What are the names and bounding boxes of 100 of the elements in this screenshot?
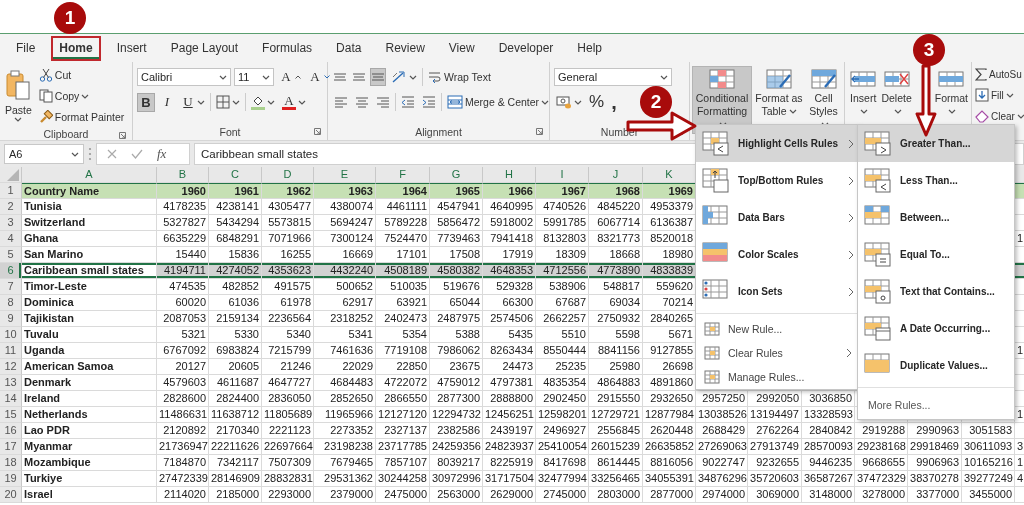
ribbon-tab[interactable]: Data xyxy=(328,35,370,61)
column-header[interactable]: B xyxy=(157,167,209,183)
table-cell: 4845220 xyxy=(589,199,643,215)
table-cell: 2379000 xyxy=(314,487,376,503)
ribbon-tab[interactable]: Developer xyxy=(490,35,562,61)
row-header[interactable]: 19 xyxy=(0,471,22,487)
table-cell: 4712556 xyxy=(536,263,589,279)
column-header[interactable]: D xyxy=(262,167,314,183)
table-cell: 4178235 xyxy=(157,199,209,215)
number-format-field[interactable]: General xyxy=(554,68,672,86)
merge-center-button[interactable]: Merge & Center xyxy=(445,93,552,111)
wrap-text-button[interactable]: Wrap Text xyxy=(426,68,493,86)
table-cell: 35720603 xyxy=(748,471,802,487)
cells-button[interactable]: Insert xyxy=(847,66,880,121)
table-cell: 4 xyxy=(1015,471,1024,487)
ribbon-tab[interactable]: Help xyxy=(569,35,610,61)
table-cell: 2902450 xyxy=(536,391,589,407)
cut-button[interactable]: Cut xyxy=(36,66,127,84)
table-cell: 9232655 xyxy=(748,455,802,471)
name-box[interactable]: A6 xyxy=(4,144,84,164)
row-header[interactable]: 3 xyxy=(0,215,22,231)
table-cell: 9022747 xyxy=(696,455,748,471)
row-header[interactable]: 14 xyxy=(0,391,22,407)
font-size-field[interactable]: 11 xyxy=(234,68,274,86)
row-header[interactable]: 7 xyxy=(0,279,22,295)
row-header[interactable]: 12 xyxy=(0,359,22,375)
table-cell: 5510 xyxy=(536,327,589,343)
menu-item[interactable]: Between... xyxy=(858,199,1014,236)
row-header[interactable]: 1 xyxy=(0,183,22,199)
table-cell: 4547941 xyxy=(430,199,483,215)
table-cell: 5388 xyxy=(430,327,483,343)
table-cell: 24823937 xyxy=(483,439,536,455)
row-header[interactable]: 15 xyxy=(0,407,22,423)
row-header[interactable]: 13 xyxy=(0,375,22,391)
column-header[interactable]: C xyxy=(209,167,262,183)
table-cell: 1963 xyxy=(314,183,376,199)
column-header[interactable]: F xyxy=(376,167,430,183)
font-color-button[interactable]: A xyxy=(280,92,308,112)
bold-button[interactable]: B xyxy=(137,92,155,112)
comma-style-button[interactable]: , xyxy=(609,94,619,110)
table-cell: 30611093 xyxy=(962,439,1015,455)
table-cell: 1968 xyxy=(589,183,643,199)
ribbon-tab[interactable]: View xyxy=(440,35,483,61)
font-name-field[interactable]: Calibri xyxy=(137,68,231,86)
row-header[interactable]: 17 xyxy=(0,439,22,455)
table-cell: 8614445 xyxy=(589,455,643,471)
menu-item[interactable]: Duplicate Values... xyxy=(858,347,1014,384)
table-cell: 11965966 xyxy=(314,407,376,423)
copy-button[interactable]: Copy xyxy=(36,87,127,105)
menu-item[interactable]: Text that Contains... xyxy=(858,273,1014,310)
cells-button[interactable]: Format xyxy=(933,66,969,121)
menu-item[interactable]: Highlight Cells Rules xyxy=(696,125,858,162)
menu-item[interactable]: Equal To... xyxy=(858,236,1014,273)
table-cell: 4194711 xyxy=(157,263,209,279)
ribbon-tab[interactable]: Review xyxy=(377,35,433,61)
row-header[interactable]: 11 xyxy=(0,343,22,359)
row-header[interactable]: 10 xyxy=(0,327,22,343)
table-cell: 1964 xyxy=(376,183,430,199)
ribbon-tab[interactable]: Page Layout xyxy=(162,35,247,61)
column-header[interactable]: K xyxy=(643,167,696,183)
clear-button[interactable]: Clear xyxy=(973,107,1024,125)
column-header[interactable]: H xyxy=(483,167,536,183)
column-header[interactable]: E xyxy=(314,167,376,183)
row-header[interactable]: 4 xyxy=(0,231,22,247)
table-cell: 34876296 xyxy=(696,471,748,487)
grow-font-button[interactable]: A xyxy=(277,67,303,87)
table-cell: 548817 xyxy=(589,279,643,295)
menu-item[interactable]: Greater Than... xyxy=(858,125,1014,162)
row-header[interactable]: 5 xyxy=(0,247,22,263)
shrink-font-button[interactable]: A xyxy=(306,67,332,87)
ribbon-tab[interactable]: File xyxy=(8,35,44,61)
format-painter-button[interactable]: Format Painter xyxy=(36,108,127,126)
percent-button[interactable]: % xyxy=(587,90,607,114)
column-header[interactable]: J xyxy=(589,167,643,183)
ribbon-tab[interactable]: Home xyxy=(51,35,101,61)
column-header[interactable]: A xyxy=(22,167,157,183)
cells-button[interactable]: Delete xyxy=(880,66,913,121)
column-header[interactable]: G xyxy=(430,167,483,183)
ribbon-tab[interactable]: Formulas xyxy=(254,35,321,61)
menu-item[interactable]: Less Than... xyxy=(858,162,1014,199)
table-cell: 13328593 xyxy=(802,407,855,423)
menu-item[interactable]: A Date Occurring... xyxy=(858,310,1014,347)
insert-function-button[interactable]: fx xyxy=(157,146,167,162)
row-header[interactable]: 16 xyxy=(0,423,22,439)
row-header[interactable]: 9 xyxy=(0,311,22,327)
autosum-button[interactable]: AutoSu xyxy=(973,66,1024,83)
row-header[interactable]: 18 xyxy=(0,455,22,471)
fill-button[interactable]: Fill xyxy=(973,86,1024,104)
underline-button[interactable]: U xyxy=(179,92,207,112)
row-header[interactable]: 6 xyxy=(0,263,22,279)
styles-button[interactable]: Format as Table xyxy=(752,66,806,121)
paste-button[interactable]: Paste xyxy=(4,66,33,128)
menu-item[interactable]: Manage Rules... xyxy=(696,365,858,389)
row-header[interactable]: 20 xyxy=(0,487,22,503)
ribbon-tab[interactable]: Insert xyxy=(108,35,155,61)
row-header[interactable]: 2 xyxy=(0,199,22,215)
menu-item[interactable]: More Rules... xyxy=(858,391,1014,419)
column-header[interactable]: I xyxy=(536,167,589,183)
italic-button[interactable]: I xyxy=(158,92,176,112)
row-header[interactable]: 8 xyxy=(0,295,22,311)
